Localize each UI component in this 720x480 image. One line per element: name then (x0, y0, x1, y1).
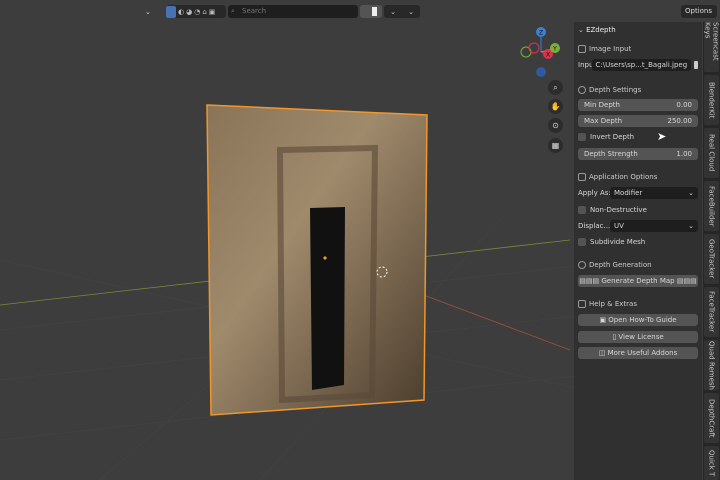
min-depth-value: 0.00 (676, 101, 692, 109)
sidebar-tabs: Screencast Keys BlenderKit Real Cloud Fa… (703, 22, 720, 480)
zoom-icon[interactable]: ⌕ (548, 80, 563, 95)
chevron-down-icon: ⌄ (688, 189, 694, 197)
tab-quad-remesh[interactable]: Quad Remesh (704, 340, 719, 390)
image-input-heading: Image Input (589, 45, 632, 53)
search-placeholder: Search (242, 7, 267, 15)
chevron-down-icon[interactable]: ⌄ (390, 8, 396, 16)
bookmark-toggle[interactable] (360, 5, 382, 18)
visibility-filter-icons[interactable]: ◐◕◔⌂▣ (176, 8, 217, 16)
hand-pan-icon[interactable]: ✋ (548, 99, 563, 114)
gizmo-z: Z (539, 30, 543, 37)
options-label: Options (685, 7, 713, 15)
depth-settings-icon (578, 86, 586, 94)
depth-settings-heading: Depth Settings (589, 86, 642, 94)
tab-screencast-keys[interactable]: Screencast Keys (704, 22, 720, 72)
view-license-label: View License (618, 333, 664, 341)
max-depth-label: Max Depth (584, 117, 623, 125)
displace-dropdown[interactable]: UV ⌄ (610, 220, 698, 232)
options-dropdown[interactable]: Options ⌄ (681, 5, 717, 28)
folder-icon[interactable] (694, 61, 698, 69)
doorway (310, 207, 345, 390)
subdivide-mesh-label: Subdivide Mesh (590, 238, 646, 246)
open-guide-button[interactable]: ▣ Open How-To Guide (578, 314, 698, 326)
depth-strength-value: 1.00 (676, 150, 692, 158)
search-input[interactable]: ⌕ Search (228, 5, 358, 18)
navigation-gizmo[interactable]: Z Y X (520, 27, 560, 77)
max-depth-value: 250.00 (667, 117, 693, 125)
header-dropdowns[interactable]: ⌄ ⌄ (384, 5, 420, 18)
input-image-label: Input I... (578, 61, 592, 69)
bookmark-icon (372, 7, 377, 16)
tab-geotracker[interactable]: GeoTracker (704, 234, 719, 284)
panel-header[interactable]: ⌄ EZdepth (578, 24, 698, 36)
filter-icons[interactable]: ◐◕◔⌂▣ (166, 5, 226, 18)
depth-generation-icon (578, 261, 586, 269)
collapse-header-button[interactable]: ⌄ (145, 4, 151, 19)
tab-facetracker[interactable]: FaceTracker (704, 287, 719, 337)
max-depth-field[interactable]: Max Depth 250.00 (578, 115, 698, 127)
apply-as-dropdown[interactable]: Modifier ⌄ (610, 187, 698, 199)
tab-depthcraft[interactable]: DepthCraft (704, 393, 719, 443)
chevron-down-icon: ⌄ (688, 222, 694, 230)
non-destructive-label: Non-Destructive (590, 206, 647, 214)
mouse-cursor: ➤ (657, 130, 667, 143)
grid-perspective-icon[interactable]: ▦ (548, 138, 563, 153)
subdivide-mesh-checkbox[interactable]: Subdivide Mesh (578, 236, 698, 248)
min-depth-field[interactable]: Min Depth 0.00 (578, 99, 698, 111)
object-origin (323, 256, 327, 260)
view-license-button[interactable]: ▯ View License (578, 331, 698, 343)
gizmo-y: Y (552, 46, 557, 53)
non-destructive-checkbox[interactable]: Non-Destructive (578, 204, 698, 216)
tab-real-cloud[interactable]: Real Cloud (704, 128, 719, 178)
generate-depth-map-button[interactable]: ▤▤▤ Generate Depth Map ▤▤▤ (578, 275, 698, 287)
camera-view-icon[interactable]: ⊙ (548, 118, 563, 133)
tab-quick[interactable]: Quick T (704, 446, 719, 480)
gizmo-x: X (546, 52, 550, 59)
depth-strength-label: Depth Strength (584, 150, 638, 158)
help-icon (578, 300, 586, 308)
generate-depth-map-label: Generate Depth Map (601, 277, 675, 285)
depth-strength-field[interactable]: Depth Strength 1.00 (578, 148, 698, 160)
displace-label: Displac... (578, 222, 610, 230)
application-options-heading: Application Options (589, 173, 658, 181)
more-addons-button[interactable]: ◫ More Useful Addons (578, 347, 698, 359)
help-extras-heading: Help & Extras (589, 300, 637, 308)
displace-value: UV (614, 222, 624, 230)
image-icon (578, 45, 586, 53)
panel-title: EZdepth (586, 26, 616, 34)
ezdepth-panel: ⌄ EZdepth Image Input Input I...C:\Users… (574, 22, 702, 480)
open-guide-label: Open How-To Guide (608, 316, 677, 324)
min-depth-label: Min Depth (584, 101, 620, 109)
tools-icon (578, 173, 586, 181)
tab-blenderkit[interactable]: BlenderKit (704, 75, 719, 125)
input-image-value: C:\Users\sp...t_Bagali.jpeg (595, 61, 688, 69)
input-image-field[interactable]: C:\Users\sp...t_Bagali.jpeg (591, 59, 692, 71)
more-addons-label: More Useful Addons (607, 349, 678, 357)
invert-depth-label: Invert Depth (590, 133, 635, 141)
chevron-down-icon[interactable]: ⌄ (408, 8, 414, 16)
object-filter-icon[interactable] (166, 5, 176, 18)
depth-generation-heading: Depth Generation (589, 261, 652, 269)
apply-as-label: Apply As: (578, 189, 610, 197)
tab-facebuilder[interactable]: FaceBuilder (704, 181, 719, 231)
invert-depth-checkbox[interactable]: Invert Depth (578, 131, 698, 143)
search-icon: ⌕ (231, 7, 235, 15)
apply-as-value: Modifier (614, 189, 643, 197)
